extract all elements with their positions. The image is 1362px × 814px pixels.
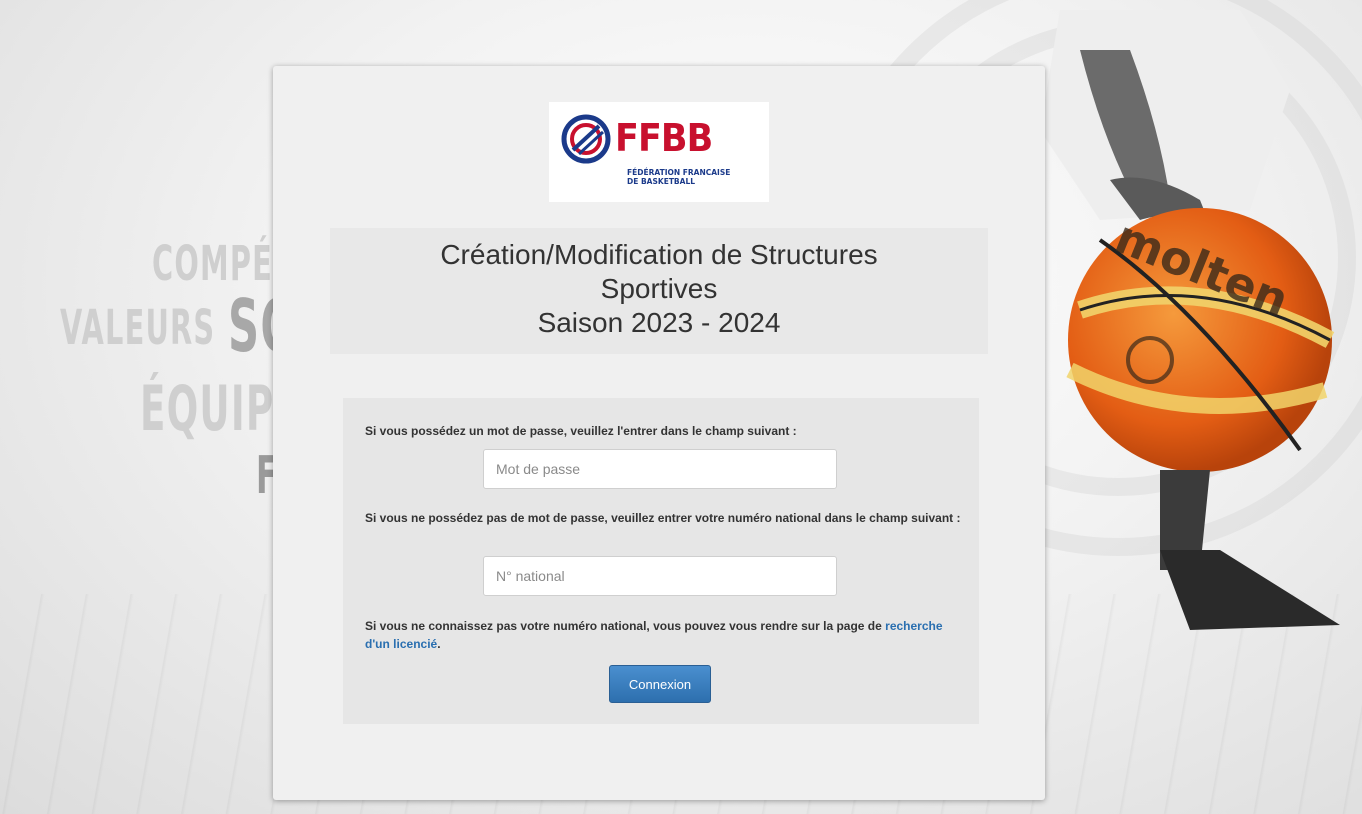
- background-word: VALEURS: [60, 300, 216, 356]
- logo-subtitle-line: DE BASKETBALL: [627, 177, 696, 186]
- connexion-button[interactable]: Connexion: [609, 665, 711, 703]
- national-number-input[interactable]: [483, 556, 837, 596]
- national-number-prompt: Si vous ne possédez pas de mot de passe,…: [365, 511, 961, 525]
- season-label: Saison 2023 - 2024: [537, 307, 781, 338]
- page-title: Création/Modification de Structures Spor…: [330, 238, 988, 340]
- basketball-logo-icon: [561, 114, 611, 164]
- password-prompt: Si vous possédez un mot de passe, veuill…: [365, 424, 797, 438]
- page-title-line: Création/Modification de Structures: [440, 239, 878, 270]
- logo-subtitle-line: FÉDÉRATION FRANCAISE: [627, 168, 731, 177]
- ffbb-logo: FFBB FÉDÉRATION FRANCAISE DE BASKETBALL: [549, 102, 769, 202]
- help-text: Si vous ne connaissez pas votre numéro n…: [365, 617, 965, 653]
- background-word: ÉQUIP: [140, 372, 275, 445]
- login-card: FFBB FÉDÉRATION FRANCAISE DE BASKETBALL …: [273, 66, 1045, 800]
- page-title-line: Sportives: [600, 273, 718, 304]
- logo-wordmark: FFBB: [615, 116, 713, 160]
- help-text-body: Si vous ne connaissez pas votre numéro n…: [365, 619, 886, 633]
- login-form: Si vous possédez un mot de passe, veuill…: [343, 398, 979, 724]
- help-text-end: .: [437, 637, 441, 651]
- basketball-player-illustration: molten: [1040, 10, 1340, 630]
- logo-subtitle: FÉDÉRATION FRANCAISE DE BASKETBALL: [627, 168, 730, 186]
- page-title-box: Création/Modification de Structures Spor…: [330, 228, 988, 354]
- password-input[interactable]: [483, 449, 837, 489]
